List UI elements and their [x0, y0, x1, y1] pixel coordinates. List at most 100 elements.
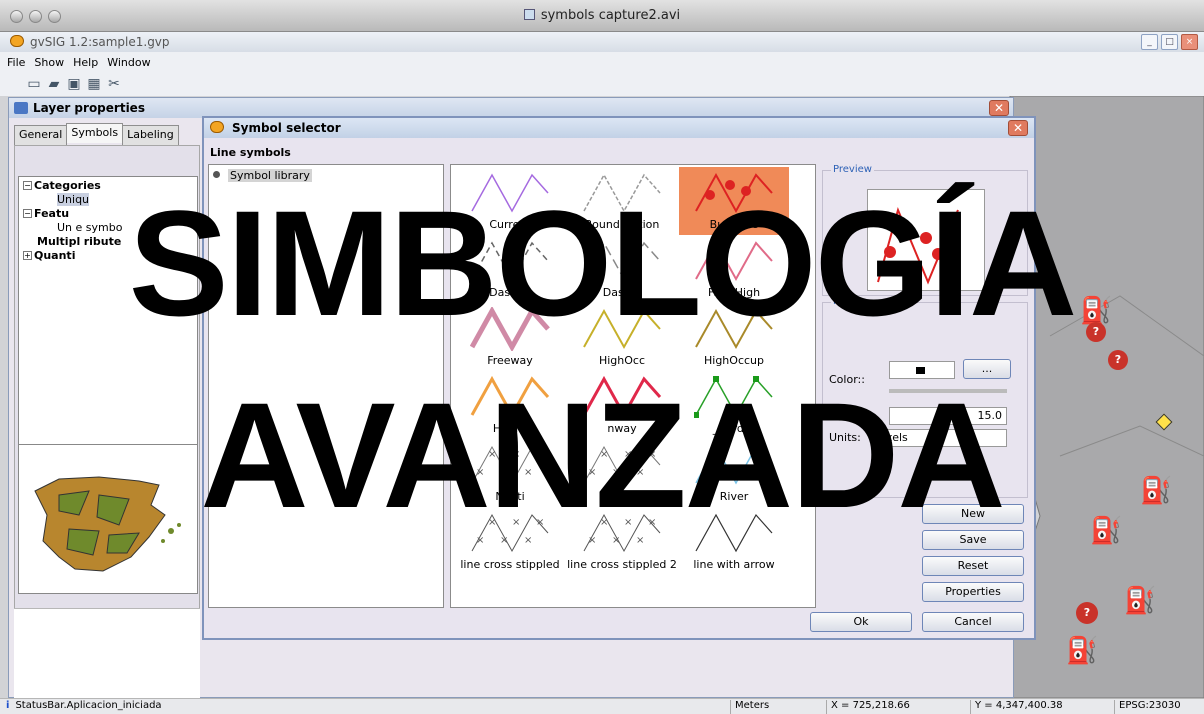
line-symbol-icon — [583, 308, 661, 350]
svg-text:×: × — [488, 449, 496, 460]
toolbar: ▭ ▰ ▣ ▦ ✂ — [0, 72, 1204, 96]
question-marker-icon: ? — [1108, 350, 1128, 370]
svg-text:×: × — [500, 467, 508, 478]
tree-item-unique[interactable]: Uniqu — [23, 193, 197, 207]
app-title: gvSIG 1.2:sample1.gvp — [30, 35, 170, 49]
tree-item-categories[interactable]: − Categories — [23, 179, 197, 193]
symbol-cell[interactable]: line with arrow — [679, 507, 789, 575]
tab-labeling[interactable]: Labeling — [122, 125, 179, 145]
tools-icon[interactable]: ✂ — [106, 76, 122, 92]
symbol-cell[interactable]: Dash 2 — [567, 235, 677, 303]
symbol-label: _Border — [712, 422, 756, 435]
width-label: Width: — [829, 409, 865, 422]
symbol-cell[interactable]: Bus_Line — [679, 167, 789, 235]
line-symbol-icon: × × × × × × — [471, 445, 549, 485]
collapse-icon[interactable]: − — [23, 181, 32, 190]
video-file-icon — [523, 9, 535, 20]
svg-text:×: × — [524, 535, 532, 546]
line-symbol-icon — [470, 375, 550, 419]
options-group: ions Color:: ... Width: 15.0 Units: pixe… — [822, 296, 1028, 498]
menu-show[interactable]: Show — [31, 56, 70, 69]
tree-item-quantities[interactable]: + Quanti — [23, 249, 197, 263]
app-window-buttons: _ □ × — [1141, 34, 1198, 50]
symbol-cell[interactable]: × × × × × × line cross stippled — [455, 507, 565, 575]
symbol-cell[interactable]: Highw — [455, 371, 565, 439]
layer-map-preview — [18, 444, 198, 594]
color-swatch[interactable] — [889, 361, 955, 379]
svg-text:×: × — [588, 467, 596, 478]
symbol-cell[interactable]: nway — [567, 371, 677, 439]
properties-button[interactable]: Properties — [922, 582, 1024, 602]
svg-text:×: × — [648, 449, 656, 460]
symbol-label: road — [609, 490, 635, 503]
new-file-icon[interactable]: ▭ — [26, 76, 42, 92]
close-icon[interactable]: ✕ — [989, 100, 1009, 116]
symbol-selector-dialog: Symbol selector ✕ Line symbols Symbol li… — [202, 116, 1036, 640]
svg-text:×: × — [536, 449, 544, 460]
tree-label: Quanti — [34, 249, 76, 262]
maximize-icon[interactable]: □ — [1161, 34, 1178, 50]
symbol-preview — [867, 189, 985, 291]
symbol-cell[interactable]: Freeway — [455, 303, 565, 371]
status-projection: EPSG:23030 — [1114, 700, 1204, 714]
svg-text:×: × — [524, 467, 532, 478]
symbol-cell[interactable]: × × × × × × line cross stippled 2 — [567, 507, 677, 575]
save-icon[interactable]: ▣ — [66, 76, 82, 92]
oil-pump-icon: ⛽ — [1124, 586, 1157, 616]
menu-help[interactable]: Help — [70, 56, 104, 69]
symbol-label: Dashed — [489, 286, 531, 299]
symbol-label: River — [719, 490, 749, 503]
minimize-icon[interactable]: _ — [1141, 34, 1158, 50]
line-symbol-icon — [471, 173, 549, 213]
menu-file[interactable]: File — [4, 56, 31, 69]
symbol-cell[interactable]: River — [679, 439, 789, 507]
color-chooser-button[interactable]: ... — [963, 359, 1011, 379]
transparency-slider[interactable] — [889, 389, 1007, 393]
symbol-cell[interactable]: HighOccup — [679, 303, 789, 371]
symbol-cell[interactable]: × × × × × × road — [567, 439, 677, 507]
ok-button[interactable]: Ok — [810, 612, 912, 632]
tab-general[interactable]: General — [14, 125, 68, 145]
menu-window[interactable]: Window — [104, 56, 156, 69]
units-select[interactable]: pixels — [871, 429, 1007, 447]
svg-text:×: × — [600, 449, 608, 460]
status-bar: i StatusBar.Aplicacion_iniciada Meters X … — [0, 698, 1204, 714]
symbol-cell[interactable]: Free High — [679, 235, 789, 303]
symbol-label: Current — [489, 218, 531, 231]
symbol-cell[interactable]: Dashed — [455, 235, 565, 303]
tree-item-unique-symbol[interactable]: Un e symbo — [23, 221, 197, 235]
reset-button[interactable]: Reset — [922, 556, 1024, 576]
width-field[interactable]: 15.0 — [889, 407, 1007, 425]
symbol-label: Bus_Line — [709, 218, 759, 231]
options-group-title: ions — [831, 296, 856, 307]
svg-text:×: × — [512, 517, 520, 528]
oil-pump-icon: ⛽ — [1090, 516, 1123, 546]
symbol-cell[interactable]: _Border — [679, 371, 789, 439]
symbol-cell[interactable]: Bound Nation — [567, 167, 677, 235]
new-button[interactable]: New — [922, 504, 1024, 524]
tree-item-features[interactable]: − Featu — [23, 207, 197, 221]
symbol-cell[interactable]: HighOcc — [567, 303, 677, 371]
cancel-button[interactable]: Cancel — [922, 612, 1024, 632]
open-folder-icon[interactable]: ▰ — [46, 76, 62, 92]
tab-symbols[interactable]: Symbols — [66, 123, 124, 143]
svg-text:×: × — [612, 535, 620, 546]
line-symbols-header: Line symbols — [210, 146, 291, 159]
symbol-label: line cross stippled — [460, 558, 560, 571]
line-symbol-icon: × × × × × × — [583, 513, 661, 553]
symbol-cell[interactable]: Current — [455, 167, 565, 235]
close-icon[interactable]: × — [1181, 34, 1198, 50]
tree-item-multiple[interactable]: Multipl ribute — [23, 235, 197, 249]
symbol-selector-title: Symbol selector — [232, 121, 341, 135]
collapse-icon[interactable]: − — [23, 209, 32, 218]
save-button[interactable]: Save — [922, 530, 1024, 550]
grid-icon[interactable]: ▦ — [86, 76, 102, 92]
line-symbol-icon — [695, 172, 773, 214]
symbol-library-item[interactable]: Symbol library — [228, 169, 312, 182]
symbol-cell[interactable]: × × × × × × Nauti — [455, 439, 565, 507]
svg-text:×: × — [512, 449, 520, 460]
expand-icon[interactable]: + — [23, 251, 32, 260]
close-icon[interactable]: ✕ — [1008, 120, 1028, 136]
player-title-text: symbols capture2.avi — [540, 8, 681, 23]
symbol-label: line with arrow — [693, 558, 775, 571]
